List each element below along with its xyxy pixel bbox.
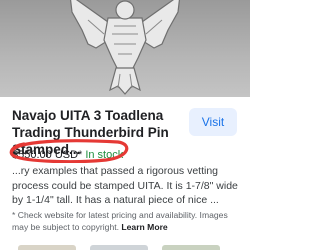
price-label: $550.00 USD* [12, 149, 83, 161]
thunderbird-pin-image [69, 0, 181, 95]
visit-button[interactable]: Visit [189, 108, 237, 136]
disclaimer-body: * Check website for latest pricing and a… [12, 210, 228, 232]
related-image-thumbnail[interactable] [18, 245, 76, 250]
disclaimer-text: * Check website for latest pricing and a… [12, 209, 244, 233]
related-image-thumbnail[interactable] [90, 245, 148, 250]
related-image-thumbnail[interactable] [162, 245, 220, 250]
learn-more-link[interactable]: Learn More [121, 222, 167, 232]
product-image[interactable] [0, 0, 250, 97]
stock-status: In stock [85, 149, 124, 161]
product-description: ...ry examples that passed a rigorous ve… [12, 165, 238, 206]
price-stock-row: $550.00 USD* In stock [12, 148, 123, 162]
